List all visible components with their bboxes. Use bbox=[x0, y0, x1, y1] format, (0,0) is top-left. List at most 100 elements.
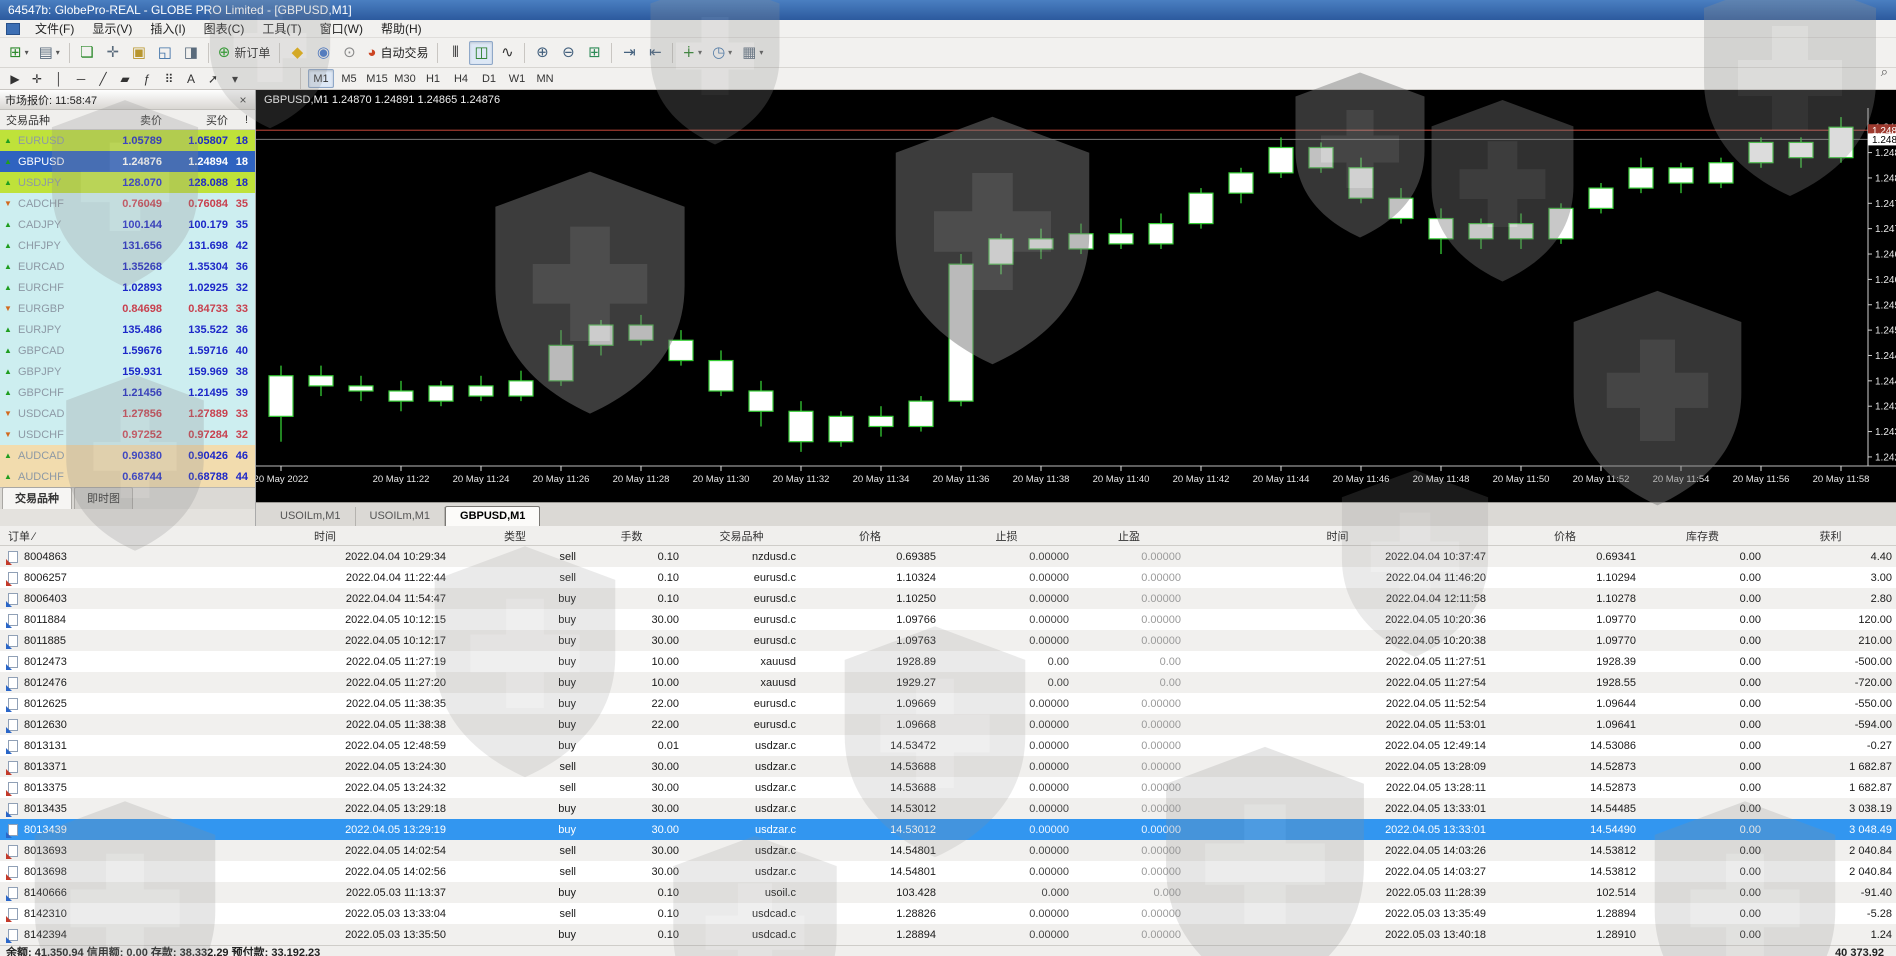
table-row[interactable]: 80064032022.04.04 11:54:47buy0.10eurusd.… bbox=[0, 588, 1896, 609]
chevron-down-icon[interactable]: ▾ bbox=[56, 48, 60, 57]
periods-button[interactable]: ◷▾ bbox=[708, 41, 736, 65]
bar-chart-button[interactable]: ⫴ bbox=[443, 41, 467, 65]
orders-column-10[interactable]: 库存费 bbox=[1640, 528, 1765, 544]
table-row[interactable]: 81423102022.05.03 13:33:04sell0.10usdcad… bbox=[0, 903, 1896, 924]
market-watch-row-eurgbp[interactable]: ▼EURGBP0.846980.8473333 bbox=[0, 298, 255, 319]
templates-button[interactable]: ▦▾ bbox=[738, 41, 767, 65]
metaeditor-button[interactable]: ◆ bbox=[285, 41, 309, 65]
menu-0[interactable]: 文件(F) bbox=[26, 20, 83, 38]
column-symbol[interactable]: 交易品种 bbox=[0, 112, 92, 128]
market-watch-row-eurusd[interactable]: ▲EURUSD1.057891.0580718 bbox=[0, 130, 255, 151]
draw-tool-0[interactable]: ▶ bbox=[4, 69, 26, 88]
market-watch-row-eurchf[interactable]: ▲EURCHF1.028931.0292532 bbox=[0, 277, 255, 298]
table-row[interactable]: 80134392022.04.05 13:29:19buy30.00usdzar… bbox=[0, 819, 1896, 840]
profiles-button[interactable]: ▤▾ bbox=[35, 41, 64, 65]
draw-tool-10[interactable]: ▾ bbox=[224, 69, 246, 88]
new-chart-button[interactable]: ⊞▾ bbox=[5, 41, 33, 65]
market-watch-row-audcad[interactable]: ▲AUDCAD0.903800.9042646 bbox=[0, 445, 255, 466]
market-watch-row-usdchf[interactable]: ▼USDCHF0.972520.9728432 bbox=[0, 424, 255, 445]
draw-tool-5[interactable]: ▰ bbox=[114, 69, 136, 88]
timeframe-h1[interactable]: H1 bbox=[420, 69, 446, 88]
orders-column-2[interactable]: 类型 bbox=[450, 528, 580, 544]
draw-tool-1[interactable]: ✛ bbox=[26, 69, 48, 88]
search-icon[interactable]: ⌕ bbox=[1881, 64, 1888, 80]
table-row[interactable]: 80136932022.04.05 14:02:54sell30.00usdza… bbox=[0, 840, 1896, 861]
table-row[interactable]: 80048632022.04.04 10:29:34sell0.10nzdusd… bbox=[0, 546, 1896, 567]
market-watch-row-usdcad[interactable]: ▼USDCAD1.278561.2788933 bbox=[0, 403, 255, 424]
timeframe-m30[interactable]: M30 bbox=[392, 69, 418, 88]
price-chart[interactable]: 1.24901.24851.24801.24751.24701.24651.24… bbox=[256, 90, 1896, 502]
menu-5[interactable]: 窗口(W) bbox=[311, 20, 372, 38]
close-icon[interactable]: × bbox=[236, 93, 250, 107]
chart-tab-1[interactable]: USOILm,M1 bbox=[356, 507, 446, 526]
table-row[interactable]: 80126252022.04.05 11:38:35buy22.00eurusd… bbox=[0, 693, 1896, 714]
orders-column-11[interactable]: 获利 bbox=[1765, 528, 1896, 544]
column-ask[interactable]: 买价 bbox=[162, 112, 228, 128]
chart-shift-button[interactable]: ⇤ bbox=[643, 41, 667, 65]
market-watch-row-cadjpy[interactable]: ▲CADJPY100.144100.17935 bbox=[0, 214, 255, 235]
line-chart-button[interactable]: ∿ bbox=[495, 41, 519, 65]
draw-tool-8[interactable]: A bbox=[180, 69, 202, 88]
indicators-button[interactable]: ∔▾ bbox=[678, 41, 706, 65]
market-watch-row-gbpusd[interactable]: ▲GBPUSD1.248761.2489418 bbox=[0, 151, 255, 172]
menu-4[interactable]: 工具(T) bbox=[253, 20, 310, 38]
chevron-down-icon[interactable]: ▾ bbox=[759, 48, 763, 57]
orders-column-7[interactable]: 止盈 bbox=[1073, 528, 1185, 544]
terminal-button[interactable]: ◱ bbox=[153, 41, 177, 65]
table-row[interactable]: 80124762022.04.05 11:27:20buy10.00xauusd… bbox=[0, 672, 1896, 693]
menu-2[interactable]: 插入(I) bbox=[141, 20, 194, 38]
table-row[interactable]: 80126302022.04.05 11:38:38buy22.00eurusd… bbox=[0, 714, 1896, 735]
market-watch-toggle[interactable]: ❏ bbox=[75, 41, 99, 65]
table-row[interactable]: 81406662022.05.03 11:13:37buy0.10usoil.c… bbox=[0, 882, 1896, 903]
orders-column-6[interactable]: 止损 bbox=[940, 528, 1073, 544]
data-window-button[interactable]: ✛ bbox=[101, 41, 125, 65]
market-watch-row-gbpchf[interactable]: ▲GBPCHF1.214561.2149539 bbox=[0, 382, 255, 403]
market-watch-row-usdjpy[interactable]: ▲USDJPY128.070128.08818 bbox=[0, 172, 255, 193]
table-row[interactable]: 80124732022.04.05 11:27:19buy10.00xauusd… bbox=[0, 651, 1896, 672]
timeframe-d1[interactable]: D1 bbox=[476, 69, 502, 88]
market-watch-row-gbpcad[interactable]: ▲GBPCAD1.596761.5971640 bbox=[0, 340, 255, 361]
market-watch-row-eurcad[interactable]: ▲EURCAD1.352681.3530436 bbox=[0, 256, 255, 277]
draw-tool-4[interactable]: ╱ bbox=[92, 69, 114, 88]
market-watch-row-audchf[interactable]: ▲AUDCHF0.687440.6878844 bbox=[0, 466, 255, 487]
table-row[interactable]: 80118842022.04.05 10:12:15buy30.00eurusd… bbox=[0, 609, 1896, 630]
chevron-down-icon[interactable]: ▾ bbox=[25, 48, 29, 57]
timeframe-w1[interactable]: W1 bbox=[504, 69, 530, 88]
column-bid[interactable]: 卖价 bbox=[92, 112, 162, 128]
chart-tab-0[interactable]: USOILm,M1 bbox=[266, 507, 356, 526]
table-row[interactable]: 80062572022.04.04 11:22:44sell0.10eurusd… bbox=[0, 567, 1896, 588]
market-watch-row-gbpjpy[interactable]: ▲GBPJPY159.931159.96938 bbox=[0, 361, 255, 382]
watch-tab-1[interactable]: 即时图 bbox=[74, 487, 133, 509]
watch-tab-0[interactable]: 交易品种 bbox=[2, 487, 72, 509]
orders-column-3[interactable]: 手数 bbox=[580, 528, 683, 544]
table-row[interactable]: 80136982022.04.05 14:02:56sell30.00usdza… bbox=[0, 861, 1896, 882]
draw-tool-3[interactable]: ─ bbox=[70, 69, 92, 88]
timeframe-h4[interactable]: H4 bbox=[448, 69, 474, 88]
tile-windows-button[interactable]: ⊞ bbox=[582, 41, 606, 65]
timeframe-mn[interactable]: MN bbox=[532, 69, 558, 88]
chart-tab-2[interactable]: GBPUSD,M1 bbox=[445, 506, 540, 526]
timeframe-m1[interactable]: M1 bbox=[308, 69, 334, 88]
navigator-button[interactable]: ▣ bbox=[127, 41, 151, 65]
draw-tool-2[interactable]: │ bbox=[48, 69, 70, 88]
orders-column-5[interactable]: 价格 bbox=[800, 528, 940, 544]
strategy-tester-button[interactable]: ◨ bbox=[179, 41, 203, 65]
table-row[interactable]: 80133712022.04.05 13:24:30sell30.00usdza… bbox=[0, 756, 1896, 777]
timeframe-m15[interactable]: M15 bbox=[364, 69, 390, 88]
draw-tool-6[interactable]: ƒ bbox=[136, 69, 158, 88]
menu-1[interactable]: 显示(V) bbox=[83, 20, 141, 38]
candlestick-button[interactable]: ◫ bbox=[469, 41, 493, 65]
timeframe-m5[interactable]: M5 bbox=[336, 69, 362, 88]
menu-3[interactable]: 图表(C) bbox=[195, 20, 254, 38]
auto-scroll-button[interactable]: ⇥ bbox=[617, 41, 641, 65]
market-watch-row-cadchf[interactable]: ▼CADCHF0.760490.7608435 bbox=[0, 193, 255, 214]
orders-column-1[interactable]: 时间 bbox=[200, 528, 450, 544]
autotrading-button[interactable]: ◕自动交易 bbox=[363, 41, 432, 65]
column-spread[interactable]: ! bbox=[228, 114, 252, 126]
draw-tool-9[interactable]: ➚ bbox=[202, 69, 224, 88]
new-order-button[interactable]: ⊕新订单 bbox=[214, 41, 275, 65]
market-watch-row-chfjpy[interactable]: ▲CHFJPY131.656131.69842 bbox=[0, 235, 255, 256]
orders-column-9[interactable]: 价格 bbox=[1490, 528, 1640, 544]
chevron-down-icon[interactable]: ▾ bbox=[728, 48, 732, 57]
orders-column-8[interactable]: 时间 bbox=[1185, 528, 1490, 544]
